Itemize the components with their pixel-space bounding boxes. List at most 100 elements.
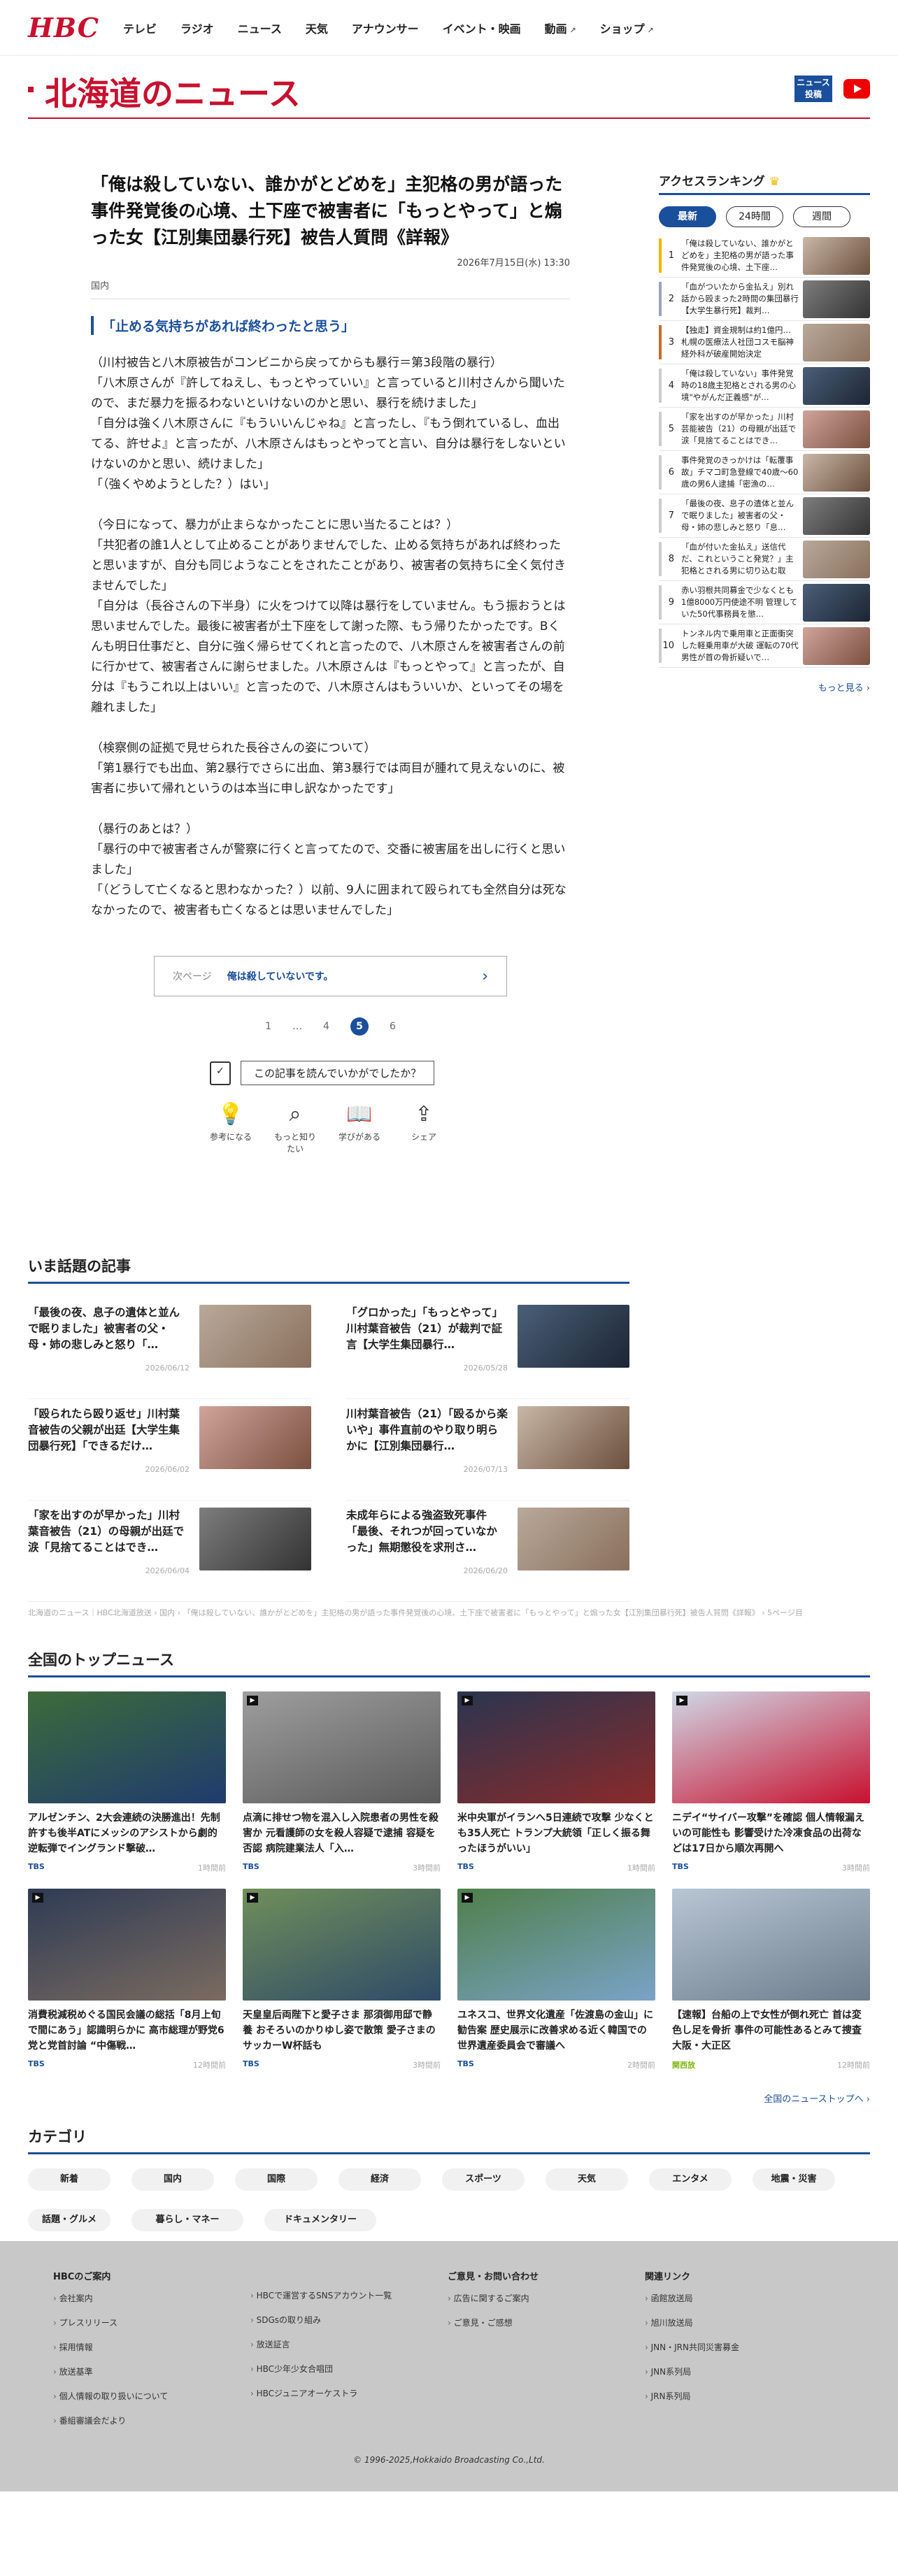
nav-announcer[interactable]: アナウンサー: [352, 20, 419, 36]
topic-item[interactable]: 「家を出すのが早かった」川村葉音被告（21）の母親が出廷で涙「見捨てることはでき…: [28, 1501, 311, 1602]
category-pill[interactable]: 話題・グルメ: [28, 2209, 111, 2231]
footer-link[interactable]: HBCジュニアオーケストラ: [250, 2387, 448, 2399]
ranking-item[interactable]: 5 「家を出すのが早かった」川村芸能被告（21）の母親が出廷で涙「見捨てることはで…: [659, 408, 870, 451]
footer-link[interactable]: JNN系列局: [645, 2366, 842, 2377]
national-news-item[interactable]: ▶ 消費税減税めぐる国民会議の総括「8月上旬で間にあう」認識明らかに 高市総理が野…: [28, 1889, 226, 2070]
footer-link[interactable]: HBC少年少女合唱団: [250, 2363, 448, 2375]
topic-item[interactable]: 「グロかった」「もっとやって」川村葉音被告（21）が裁判で証言【大学生集団暴行……: [346, 1298, 629, 1399]
category-pill[interactable]: 天気: [546, 2168, 628, 2191]
page-link[interactable]: 1: [265, 1021, 271, 1032]
footer-link[interactable]: 放送基準: [53, 2366, 250, 2377]
news-title: 点滴に排せつ物を混入し入院患者の男性を殺害か 元看護師の女を殺人容疑で逮捕 容疑…: [243, 1812, 439, 1854]
rank-bar: [659, 455, 662, 489]
book-icon: 📖: [346, 1102, 373, 1126]
footer-link[interactable]: 旭川放送局: [645, 2317, 842, 2328]
footer-link[interactable]: 広告に関するご案内: [448, 2292, 645, 2304]
breadcrumb-item[interactable]: 国内: [159, 1608, 175, 1617]
rank-bar: [659, 325, 662, 359]
hbc-logo[interactable]: HBC: [28, 12, 99, 43]
page-link[interactable]: 6: [390, 1021, 396, 1032]
footer-link[interactable]: JNN・JRN共同災害募金: [645, 2341, 842, 2353]
national-more-link[interactable]: 全国のニューストップへ ›: [28, 2091, 870, 2105]
national-news-item[interactable]: ▶ 点滴に排せつ物を混入し入院患者の男性を殺害か 元看護師の女を殺人容疑で逮捕 容…: [243, 1691, 441, 1873]
category-pill[interactable]: エンタメ: [649, 2168, 732, 2191]
page-link[interactable]: 4: [323, 1021, 329, 1032]
topic-item[interactable]: 「最後の夜、息子の遺体と並んで眠りました」被害者の父・母・姉の悲しみと怒り「… 2…: [28, 1298, 311, 1399]
category-pill[interactable]: 経済: [338, 2168, 421, 2191]
national-news-item[interactable]: ▶ ニデイ“サイバー攻撃”を確認 個人情報漏えいの可能性も 影響受けた冷凍食品の出…: [672, 1691, 870, 1873]
topic-date: 2026/06/02: [145, 1465, 190, 1474]
ranking-item[interactable]: 1 「俺は殺していない、誰かがとどめを」主犯格の男が語った事件発覚後の心境、土下座…: [659, 234, 870, 278]
nav-video[interactable]: 動画: [545, 20, 576, 36]
footer-link[interactable]: 函館放送局: [645, 2292, 842, 2304]
ranking-item[interactable]: 7 「最後の夜、息子の遺体と並んで眠りました」被害者の父・母・姉の悲しみと怒り「息…: [659, 494, 870, 538]
ranking-item[interactable]: 9 赤い羽根共同募金で少なくとも1億8000万円使途不明 管理していた50代事務員…: [659, 581, 870, 624]
feedback-more-button[interactable]: ⌕ もっと知りたい: [271, 1102, 320, 1154]
page-link[interactable]: 5: [350, 1017, 369, 1036]
news-image: ▶: [672, 1691, 870, 1803]
breadcrumb-item[interactable]: 北海道のニュース｜HBC北海道放送: [28, 1608, 152, 1617]
article-paragraph: （川村被告と八木原被告がコンビニから戻ってからも暴行＝第3段階の暴行）: [91, 356, 502, 370]
national-news-item[interactable]: ▶ ユネスコ、世界文化遺産「佐渡島の金山」に勧告案 歴史展示に改善求める近く韓国で…: [457, 1889, 655, 2070]
ranking-item-title: 赤い羽根共同募金で少なくとも1億8000万円使途不明 管理していた50代事務員を…: [681, 585, 798, 619]
video-play-icon: ▶: [32, 1893, 43, 1903]
share-button[interactable]: ⇪ シェア: [399, 1102, 448, 1154]
footer-link[interactable]: 採用情報: [53, 2341, 250, 2353]
article-category[interactable]: 国内: [91, 278, 570, 299]
topic-item[interactable]: 未成年らによる強盗致死事件「最後、それつが回っていなかった」無期懲役を求刑さ… 2…: [346, 1501, 629, 1602]
news-post-button[interactable]: ニュース投稿: [794, 76, 832, 102]
footer-link[interactable]: 会社案内: [53, 2292, 250, 2304]
nav-weather[interactable]: 天気: [306, 20, 328, 36]
nav-tv[interactable]: テレビ: [123, 20, 157, 36]
news-image: ▶: [243, 1889, 441, 2001]
news-time: 3時間前: [413, 2061, 441, 2070]
feedback-useful-button[interactable]: 💡 参考になる: [206, 1102, 255, 1154]
category-pill[interactable]: 国際: [235, 2168, 318, 2191]
footer-col-title: 関連リンク: [645, 2272, 691, 2282]
ranking-more-link[interactable]: もっと見る ›: [659, 680, 870, 694]
breadcrumb-item: 5ページ目: [767, 1608, 803, 1617]
national-news-item[interactable]: ▶ 天皇皇后両陛下と愛子さま 那須御用邸で静養 おそろいのかりゆし姿で散策 愛子さ…: [243, 1889, 441, 2070]
nav-event[interactable]: イベント・映画: [443, 20, 521, 36]
footer-link[interactable]: 放送証言: [250, 2338, 448, 2350]
ranking-item[interactable]: 6 事件発覚のきっかけは「転覆事故」チマコ町急登線で40歳～60歳の男6人逮捕「密…: [659, 451, 870, 494]
page-title[interactable]: 北海道のニュース: [28, 69, 301, 115]
tab-weekly[interactable]: 週間: [793, 206, 850, 227]
category-pill[interactable]: 国内: [131, 2168, 214, 2191]
article-paragraph: 「八木原さんが『許してねえし、もっとやっていい』と言っていると川村さんから聞いた…: [91, 376, 565, 410]
next-page-link[interactable]: 次ページ 俺は殺していないです。 ›: [154, 956, 507, 996]
footer-link[interactable]: 個人情報の取り扱いについて: [53, 2390, 250, 2402]
footer-link[interactable]: HBCで運営するSNSアカウント一覧: [250, 2289, 448, 2301]
nav-shop[interactable]: ショップ: [600, 20, 654, 36]
ranking-item[interactable]: 8 「血が付いた金払え」送信代だ、これということ発覚？」主犯格とされる男に切り込む…: [659, 538, 870, 581]
national-news-item[interactable]: アルゼンチン、2大会連続の決勝進出！先制許すも後半ATにメッシのアシストから劇的…: [28, 1691, 226, 1873]
footer-link[interactable]: プレスリリース: [53, 2317, 250, 2328]
category-pill[interactable]: 新着: [28, 2168, 111, 2191]
breadcrumb-item[interactable]: 「俺は殺していない、誰かがとどめを」主犯格の男が語った事件発覚後の心境、土下座で…: [183, 1608, 760, 1617]
category-pill[interactable]: 地震・災害: [753, 2168, 835, 2191]
national-news-item[interactable]: ▶ 米中央軍がイランへ5日連続で攻撃 少なくとも35人死亡 トランプ大統領「正しく…: [457, 1691, 655, 1873]
ranking-item[interactable]: 4 「俺は殺していない」事件発覚時の18歳主犯格とされる男の心境"やがんだ正義感"…: [659, 364, 870, 408]
category-pill[interactable]: ドキュメンタリー: [264, 2209, 376, 2231]
footer-link[interactable]: SDGsの取り組み: [250, 2314, 448, 2326]
youtube-icon[interactable]: [843, 79, 870, 99]
ranking-item[interactable]: 3 【独走】資金規制は約1億円…札幌の医療法人社団コスモ脳神経外科が破産開始決定: [659, 321, 870, 364]
national-news-item[interactable]: 【速報】台船の上で女性が倒れ死亡 首は変色し足を骨折 事件の可能性あるとみて捜査…: [672, 1889, 870, 2070]
footer-link[interactable]: 番組審議会だより: [53, 2414, 250, 2426]
topic-date: 2026/05/28: [463, 1364, 508, 1373]
ranking-item[interactable]: 2 「血がついたから金払え」別れ話から殴まった2時間の集団暴行【大学生暴行死】裁判…: [659, 278, 870, 321]
breadcrumb-separator: ›: [151, 1608, 160, 1617]
category-pill[interactable]: 暮らし・マネー: [131, 2209, 243, 2231]
tab-24h[interactable]: 24時間: [726, 206, 783, 227]
ranking-item[interactable]: 10 トンネル内で乗用車と正面衝突した軽乗用車が大破 運転の70代男性が首の骨折疑…: [659, 624, 870, 668]
footer-link[interactable]: ご意見・ご感想: [448, 2317, 645, 2328]
footer-link[interactable]: JRN系列局: [645, 2390, 842, 2402]
nav-radio[interactable]: ラジオ: [180, 20, 214, 36]
trending-articles: いま話題の記事 「最後の夜、息子の遺体と並んで眠りました」被害者の父・母・姉の悲…: [28, 1255, 629, 1602]
feedback-learn-button[interactable]: 📖 学びがある: [335, 1102, 384, 1154]
nav-news[interactable]: ニュース: [238, 20, 282, 36]
topic-item[interactable]: 「殴られたら殴り返せ」川村葉音被告の父親が出廷【大学生集団暴行死】「できるだけ……: [28, 1399, 311, 1501]
category-pill[interactable]: スポーツ: [442, 2168, 525, 2191]
tab-latest[interactable]: 最新: [659, 206, 716, 227]
topic-item[interactable]: 川村葉音被告（21）「殴るから楽いや」事件直前のやり取り明らかに【江別集団暴行……: [346, 1399, 629, 1501]
